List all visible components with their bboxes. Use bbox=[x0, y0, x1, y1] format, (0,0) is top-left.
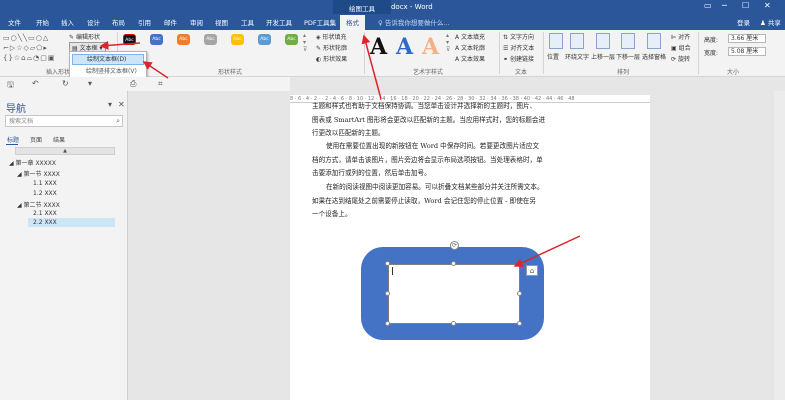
vertical-scrollbar[interactable] bbox=[774, 91, 785, 400]
arrow-to-format-tab bbox=[361, 34, 382, 100]
arrow-to-textbox-button bbox=[99, 40, 141, 50]
arrow-to-draw-textbox bbox=[142, 61, 169, 79]
annotation-arrows bbox=[99, 34, 581, 267]
arrow-to-textbox bbox=[513, 235, 581, 267]
